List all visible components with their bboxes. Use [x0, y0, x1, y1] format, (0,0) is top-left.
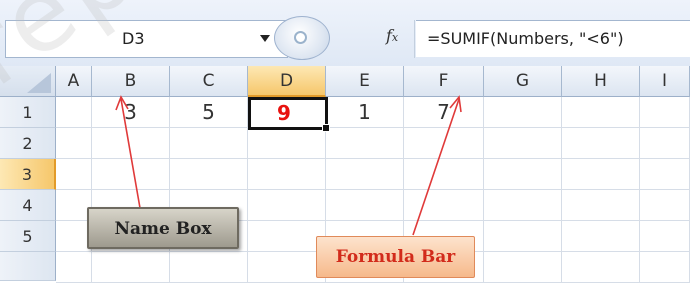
formula-bar-arrow-line	[412, 98, 460, 236]
name-box-arrow-line	[120, 98, 141, 209]
name-box-callout: Name Box	[87, 207, 239, 249]
formula-bar-callout: Formula Bar	[316, 236, 475, 278]
